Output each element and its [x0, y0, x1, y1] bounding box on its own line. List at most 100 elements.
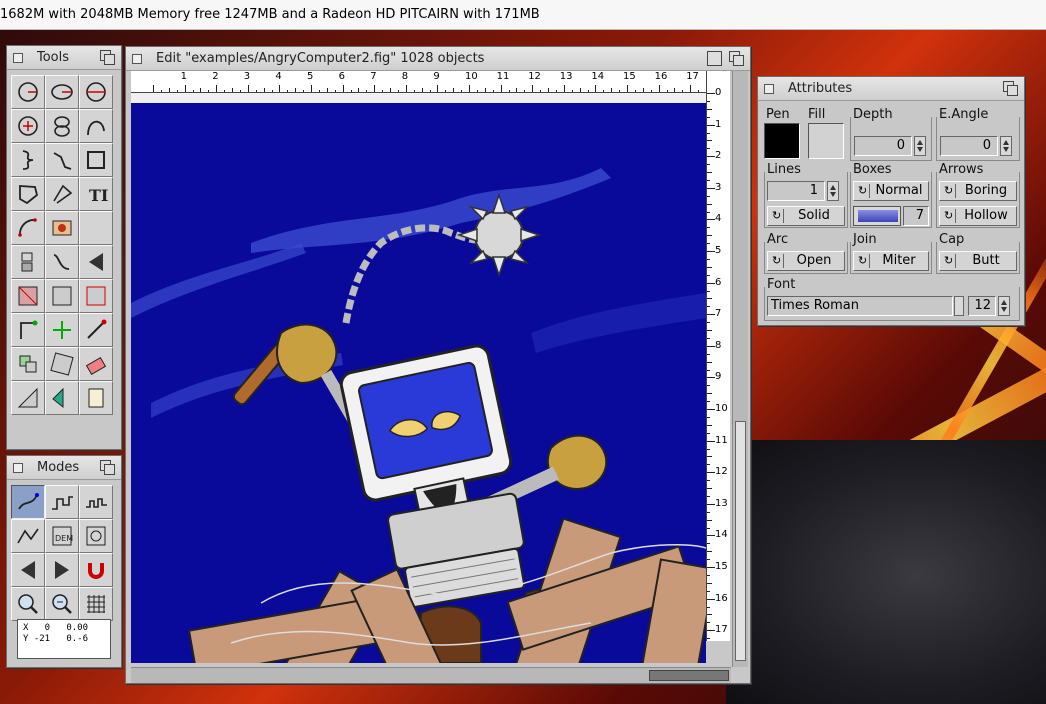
- grid-step-mode-icon[interactable]: [79, 485, 113, 519]
- text-icon[interactable]: TI: [79, 177, 113, 211]
- editor-titlebar[interactable]: Edit "examples/AngryComputer2.fig" 1028 …: [126, 47, 750, 71]
- ellipse-radius-icon[interactable]: [45, 75, 79, 109]
- depth-field[interactable]: 0: [854, 136, 912, 156]
- blank-tool[interactable]: [79, 211, 113, 245]
- add-point-icon[interactable]: [79, 279, 113, 313]
- ruler-left-label: 13: [715, 497, 728, 509]
- artwork-svg: [131, 103, 706, 663]
- ruler-tick: [707, 179, 710, 181]
- flip-horizontal-icon[interactable]: [45, 381, 79, 415]
- tools-titlebar[interactable]: Tools: [7, 46, 121, 70]
- polyline-icon[interactable]: [45, 143, 79, 177]
- depth-icon[interactable]: [1003, 81, 1018, 96]
- box-icon[interactable]: [79, 143, 113, 177]
- snap-mode-icon[interactable]: DEM: [45, 519, 79, 553]
- library-mode-icon[interactable]: [79, 519, 113, 553]
- box-radius-slider[interactable]: [853, 206, 901, 226]
- arc-mode-cycle[interactable]: ↻ Open: [767, 251, 845, 271]
- delete-point-icon[interactable]: [45, 279, 79, 313]
- arc-icon[interactable]: [11, 211, 45, 245]
- ruler-left-label: 8: [715, 339, 722, 351]
- circle-radius-icon-glyph: [18, 82, 38, 102]
- approx-spline-icon[interactable]: [45, 177, 79, 211]
- depth-icon[interactable]: [729, 51, 744, 66]
- freehand-mode-icon[interactable]: [11, 485, 45, 519]
- close-icon[interactable]: [13, 463, 23, 473]
- ruler-tick: [707, 369, 710, 371]
- ruler-tick: [279, 85, 281, 92]
- ruler-tick: [707, 124, 715, 126]
- font-size-spinner[interactable]: [998, 296, 1010, 316]
- arrow-mode-cycle[interactable]: ↻ Boring: [939, 181, 1017, 201]
- align-icon-glyph: [19, 355, 37, 373]
- glue-icon[interactable]: [11, 245, 45, 279]
- box-mode-cycle[interactable]: ↻ Normal: [853, 181, 929, 201]
- tools-title: Tools: [37, 50, 70, 65]
- depth-spinner[interactable]: [914, 136, 926, 156]
- join-mode-cycle[interactable]: ↻ Miter: [853, 251, 929, 271]
- flip-vertical-icon-glyph: [17, 387, 38, 408]
- ruler-top-label: 12: [528, 71, 541, 82]
- circle-radius-icon[interactable]: [11, 75, 45, 109]
- box-radius-field[interactable]: 7: [903, 206, 929, 226]
- eangle-spinner[interactable]: [1000, 136, 1012, 156]
- line-style-cycle[interactable]: ↻ Solid: [767, 206, 845, 226]
- delete-icon[interactable]: [79, 313, 113, 347]
- depth-icon[interactable]: [100, 50, 115, 65]
- zoom-in-icon[interactable]: [11, 587, 45, 621]
- ruler-tick: [184, 85, 186, 92]
- flip-vertical-icon[interactable]: [11, 381, 45, 415]
- approx-spline-icon-glyph: [53, 184, 73, 204]
- vertical-scroll-thumb[interactable]: [735, 421, 746, 661]
- close-icon[interactable]: [13, 53, 23, 63]
- move-icon[interactable]: [45, 313, 79, 347]
- cap-mode-cycle[interactable]: ↻ Butt: [939, 251, 1017, 271]
- align-icon[interactable]: [11, 347, 45, 381]
- magnet-icon[interactable]: [79, 553, 113, 587]
- ruler-tick: [707, 274, 710, 276]
- copy-icon[interactable]: [11, 313, 45, 347]
- depth-icon[interactable]: [100, 460, 115, 475]
- eangle-field[interactable]: 0: [940, 136, 998, 156]
- circle-center-icon[interactable]: [11, 109, 45, 143]
- horizontal-scrollbar[interactable]: [131, 667, 731, 683]
- ellipse-center-icon[interactable]: [45, 109, 79, 143]
- arrow-right-icon[interactable]: [45, 553, 79, 587]
- rotate-icon[interactable]: [45, 347, 79, 381]
- font-list-button[interactable]: [954, 296, 964, 316]
- drawing-canvas[interactable]: [131, 93, 706, 663]
- line-width-field[interactable]: 1: [767, 181, 825, 201]
- close-icon[interactable]: [764, 84, 774, 94]
- closed-spline-icon[interactable]: [11, 143, 45, 177]
- circle-diameter-icon[interactable]: [79, 75, 113, 109]
- line-width-spinner[interactable]: [827, 181, 839, 201]
- vertical-scrollbar[interactable]: [732, 71, 748, 667]
- zoom-window-icon[interactable]: [707, 51, 722, 66]
- grid-icon[interactable]: [79, 587, 113, 621]
- font-name-field[interactable]: Times Roman: [767, 296, 953, 316]
- attributes-titlebar[interactable]: Attributes: [758, 77, 1024, 101]
- pipette-icon[interactable]: [79, 381, 113, 415]
- ruler-tick: [707, 298, 712, 300]
- arrow-style-cycle[interactable]: ↻ Hollow: [939, 206, 1017, 226]
- horizontal-scroll-thumb[interactable]: [649, 670, 729, 681]
- fill-color-swatch[interactable]: [808, 123, 844, 159]
- ruler-tick: [707, 219, 715, 221]
- modes-titlebar[interactable]: Modes: [7, 456, 121, 480]
- manhattan-mode-icon[interactable]: [45, 485, 79, 519]
- pen-color-swatch[interactable]: [764, 123, 800, 159]
- edit-icon[interactable]: [79, 347, 113, 381]
- font-size-field[interactable]: 12: [968, 296, 996, 316]
- mountain-mode-icon[interactable]: [11, 519, 45, 553]
- break-icon[interactable]: [45, 245, 79, 279]
- move-point-icon[interactable]: [11, 279, 45, 313]
- picture-icon[interactable]: [45, 211, 79, 245]
- scale-icon[interactable]: [79, 245, 113, 279]
- open-spline-icon[interactable]: [79, 109, 113, 143]
- zoom-out-icon[interactable]: [45, 587, 79, 621]
- close-icon[interactable]: [132, 54, 142, 64]
- ruler-tick: [216, 85, 218, 92]
- arrow-left-icon[interactable]: [11, 553, 45, 587]
- polygon-icon[interactable]: [11, 177, 45, 211]
- library-mode-icon-glyph: [86, 526, 106, 546]
